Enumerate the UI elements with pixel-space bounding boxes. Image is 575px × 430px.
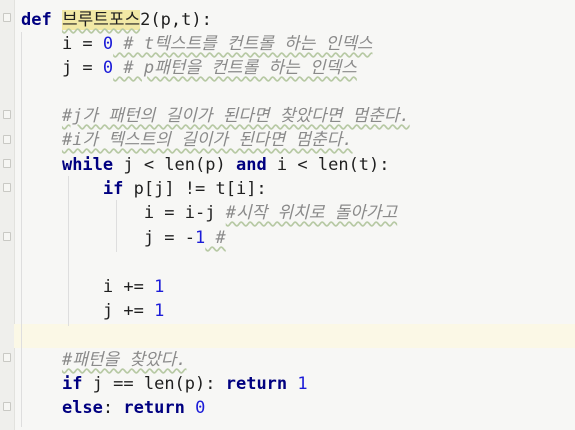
code-line-5[interactable]: #j가 패턴의 길이가 된다면 찾았다면 멈춘다.: [21, 104, 410, 128]
fold-marker[interactable]: [3, 183, 11, 192]
number-literal: 1: [297, 374, 308, 394]
keyword-while: while: [61, 155, 114, 175]
comment: #j가 패턴의 길이가 된다면 찾았다면 멈춘다.: [61, 106, 410, 126]
code-line-12[interactable]: i += 1: [21, 275, 164, 299]
current-line-highlight: [14, 324, 575, 348]
number-literal: 1: [195, 228, 206, 248]
code-line-2[interactable]: i = 0 # t텍스트를 컨트롤 하는 인덱스: [21, 32, 373, 56]
keyword-if: if: [61, 374, 83, 394]
keyword-and: and: [235, 155, 267, 175]
code-line-7[interactable]: while j < len(p) and i < len(t):: [21, 153, 390, 177]
fold-marker[interactable]: [3, 353, 11, 362]
fold-marker[interactable]: [3, 232, 11, 241]
keyword-def: def: [21, 10, 52, 30]
code-text: p[j] != t[i]:: [123, 179, 267, 199]
code-line-8[interactable]: if p[j] != t[i]:: [21, 177, 267, 201]
code-text: i =: [61, 34, 103, 54]
code-line-3[interactable]: j = 0 # p패턴을 컨트롤 하는 인덱스: [21, 56, 357, 80]
code-line-17[interactable]: else: return 0: [21, 396, 205, 420]
fold-marker[interactable]: [3, 13, 11, 22]
code-text: i = i-j: [143, 203, 226, 223]
number-literal: 0: [195, 398, 206, 418]
code-text: j == len(p):: [82, 374, 226, 394]
comment: # p패턴을 컨트롤 하는 인덱스: [113, 58, 357, 78]
code-line-1[interactable]: def 브루트포스2(p,t):: [21, 8, 212, 32]
code-text: :: [102, 398, 124, 418]
comment: # t텍스트를 컨트롤 하는 인덱스: [113, 34, 373, 54]
code-line-15[interactable]: #패턴을 찾았다.: [21, 348, 187, 372]
number-literal: 0: [102, 34, 114, 54]
fold-marker[interactable]: [3, 402, 11, 411]
code-editor[interactable]: def 브루트포스2(p,t): i = 0 # t텍스트를 컨트롤 하는 인덱…: [0, 0, 575, 430]
keyword-if: if: [102, 179, 124, 199]
comment: #i가 텍스트의 길이가 된다면 멈춘다.: [61, 130, 353, 150]
code-line-13[interactable]: j += 1: [21, 299, 164, 323]
function-name: 브루트포스: [61, 10, 141, 30]
number-literal: 1: [154, 277, 165, 297]
keyword-else: else: [61, 398, 103, 418]
comment: #시작 위치로 돌아가고: [225, 203, 398, 223]
comment: #패턴을 찾았다.: [61, 350, 187, 370]
code-line-16[interactable]: if j == len(p): return 1: [21, 372, 308, 396]
code-text: j = -: [143, 228, 196, 248]
editor-gutter: [0, 0, 15, 430]
code-line-6[interactable]: #i가 텍스트의 길이가 된다면 멈춘다.: [21, 128, 353, 152]
function-params: 2(p,t):: [140, 10, 212, 30]
code-line-10[interactable]: j = -1 #: [21, 226, 226, 250]
fold-marker[interactable]: [3, 135, 11, 144]
fold-marker[interactable]: [3, 159, 11, 168]
code-text: i +=: [102, 277, 155, 297]
number-literal: 1: [154, 301, 165, 321]
code-text: j < len(p): [113, 155, 236, 175]
code-text: j =: [61, 58, 103, 78]
keyword-return: return: [123, 398, 185, 418]
code-text: i < len(t):: [266, 155, 390, 175]
fold-marker[interactable]: [3, 110, 11, 119]
comment: #: [205, 228, 226, 248]
code-line-9[interactable]: i = i-j #시작 위치로 돌아가고: [21, 201, 397, 225]
keyword-return: return: [225, 374, 288, 394]
number-literal: 0: [102, 58, 114, 78]
code-text: j +=: [102, 301, 155, 321]
